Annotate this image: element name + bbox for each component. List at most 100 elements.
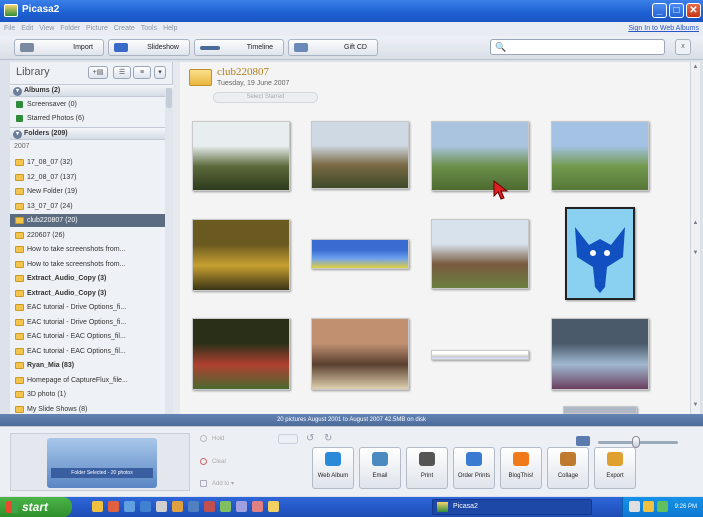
slider-thumb[interactable] — [632, 436, 640, 448]
folder-item[interactable]: New Folder (19) — [10, 185, 165, 198]
quicklaunch-icon[interactable] — [252, 501, 263, 512]
hold-button[interactable]: Hold — [200, 435, 224, 442]
zoom-slider[interactable] — [572, 435, 682, 449]
photo-man-field[interactable] — [431, 121, 529, 191]
search-input[interactable]: 🔍 — [490, 39, 665, 55]
photo-computer-monitor[interactable] — [551, 318, 649, 390]
gift-cd-button[interactable]: Gift CD — [288, 39, 378, 56]
collage-button[interactable]: Collage — [547, 447, 589, 489]
import-button[interactable]: Import — [14, 39, 104, 56]
sign-in-link[interactable]: Sign In to Web Albums — [628, 22, 699, 36]
folder-item[interactable]: 12_08_07 (137) — [10, 171, 165, 184]
folder-item[interactable]: How to take screenshots from... — [10, 243, 165, 256]
quicklaunch-icon[interactable] — [236, 501, 247, 512]
folder-item[interactable]: 220607 (26) — [10, 229, 165, 242]
order-prints-button[interactable]: Order Prints — [453, 447, 495, 489]
photo-blue-fox-logo[interactable] — [565, 207, 635, 300]
tray-icon[interactable] — [643, 501, 654, 512]
quicklaunch-icon[interactable] — [156, 501, 167, 512]
photo-partial[interactable] — [563, 406, 637, 414]
menu-view[interactable]: View — [39, 22, 54, 36]
menu-file[interactable]: File — [4, 22, 15, 36]
quicklaunch-icon[interactable] — [92, 501, 103, 512]
photo-thin-strip[interactable] — [431, 350, 529, 360]
tray-icon[interactable] — [629, 501, 640, 512]
rotate-left-icon[interactable]: ↺ — [306, 433, 314, 444]
menu-create[interactable]: Create — [114, 22, 135, 36]
add-album-button[interactable]: +▤ — [88, 66, 108, 79]
quicklaunch-icon[interactable] — [108, 501, 119, 512]
tree-view-button[interactable]: ≡ — [133, 66, 151, 79]
close-button[interactable]: ✕ — [686, 3, 701, 18]
folder-item[interactable]: Extract_Audio_Copy (3) — [10, 287, 165, 300]
folder-item[interactable]: EAC tutorial - EAC Options_fil... — [10, 330, 165, 343]
photo-house-trees[interactable] — [431, 219, 529, 289]
quicklaunch-icon[interactable] — [204, 501, 215, 512]
clear-button[interactable]: Clear — [200, 458, 226, 465]
menu-picture[interactable]: Picture — [86, 22, 108, 36]
maximize-button[interactable]: □ — [669, 3, 684, 18]
library-scrollbar[interactable] — [165, 88, 173, 414]
folder-icon — [15, 275, 24, 282]
export-button[interactable]: Export — [594, 447, 636, 489]
folder-item[interactable]: EAC tutorial - EAC Options_fil... — [10, 345, 165, 358]
albums-section-header[interactable]: ▾ Albums (2) — [10, 84, 173, 97]
folder-item[interactable]: 17_08_07 (32) — [10, 156, 165, 169]
minimize-button[interactable]: _ — [652, 3, 667, 18]
scrollbar-thumb[interactable] — [166, 88, 172, 108]
timeline-button[interactable]: Timeline — [194, 39, 284, 56]
folder-item[interactable]: Ryan_Mia (83) — [10, 359, 165, 372]
collapse-icon: ▾ — [13, 130, 22, 139]
start-button[interactable]: start — [0, 497, 72, 517]
folder-item[interactable]: club220807 (20) — [10, 214, 165, 227]
web-album-button[interactable]: Web Album — [312, 447, 354, 489]
photo-trees-sky[interactable] — [192, 121, 290, 191]
album-item[interactable]: Screensaver (0) — [10, 98, 165, 111]
blogthis-button[interactable]: BlogThis! — [500, 447, 542, 489]
quicklaunch-icon[interactable] — [140, 501, 151, 512]
list-view-button[interactable]: ☰ — [113, 66, 131, 79]
rotate-right-icon[interactable]: ↻ — [324, 433, 332, 444]
folder-item[interactable]: Homepage of CaptureFlux_file... — [10, 374, 165, 387]
slideshow-button[interactable]: Slideshow — [108, 39, 190, 56]
tray-icon[interactable] — [657, 501, 668, 512]
menu-folder[interactable]: Folder — [60, 22, 80, 36]
folder-item[interactable]: EAC tutorial - Drive Options_fi... — [10, 301, 165, 314]
print-icon — [419, 452, 435, 466]
quicklaunch-icon[interactable] — [268, 501, 279, 512]
photo-red-plant[interactable] — [192, 318, 290, 390]
photo-cartoon-banner[interactable] — [311, 239, 409, 269]
folder-item[interactable]: How to take screenshots from... — [10, 258, 165, 271]
album-item[interactable]: Starred Photos (6) — [10, 112, 165, 125]
photo-grid-scrollbar[interactable]: ▲ ▲ ▼ ▼ — [690, 62, 700, 414]
view-options-dropdown[interactable]: ▾ — [154, 66, 166, 79]
quicklaunch-icon[interactable] — [188, 501, 199, 512]
photo-track-bush[interactable] — [311, 121, 409, 189]
photo-yellow-flowers[interactable] — [192, 219, 290, 291]
scroll-up-icon[interactable]: ▲ — [692, 64, 699, 73]
folders-section-header[interactable]: ▾ Folders (209) — [10, 127, 173, 140]
menu-edit[interactable]: Edit — [21, 22, 33, 36]
folder-item[interactable]: 3D photo (1) — [10, 388, 165, 401]
print-button[interactable]: Print — [406, 447, 448, 489]
scroll-down-icon[interactable]: ▼ — [692, 402, 699, 411]
search-clear-button[interactable]: x — [675, 39, 691, 55]
panel-splitter[interactable] — [173, 62, 180, 414]
quicklaunch-icon[interactable] — [172, 501, 183, 512]
photo-crowd-room[interactable] — [311, 318, 409, 390]
quicklaunch-icon[interactable] — [124, 501, 135, 512]
tray-thumbnail[interactable]: Folder Selected - 20 photos — [47, 438, 157, 488]
folder-item[interactable]: 13_07_07 (24) — [10, 200, 165, 213]
email-button[interactable]: Email — [359, 447, 401, 489]
add-to-button[interactable]: Add to ▾ — [200, 480, 234, 487]
taskbar-app-picasa[interactable]: Picasa2 — [432, 499, 592, 515]
folder-item[interactable]: EAC tutorial - Drive Options_fi... — [10, 316, 165, 329]
scroll-down-icon[interactable]: ▼ — [692, 250, 699, 259]
select-starred-button[interactable]: Select Starred — [213, 92, 318, 103]
photo-two-men-field[interactable] — [551, 121, 649, 191]
scroll-up-icon[interactable]: ▲ — [692, 220, 699, 229]
quicklaunch-icon[interactable] — [220, 501, 231, 512]
menu-help[interactable]: Help — [163, 22, 177, 36]
folder-item[interactable]: Extract_Audio_Copy (3) — [10, 272, 165, 285]
menu-tools[interactable]: Tools — [141, 22, 157, 36]
